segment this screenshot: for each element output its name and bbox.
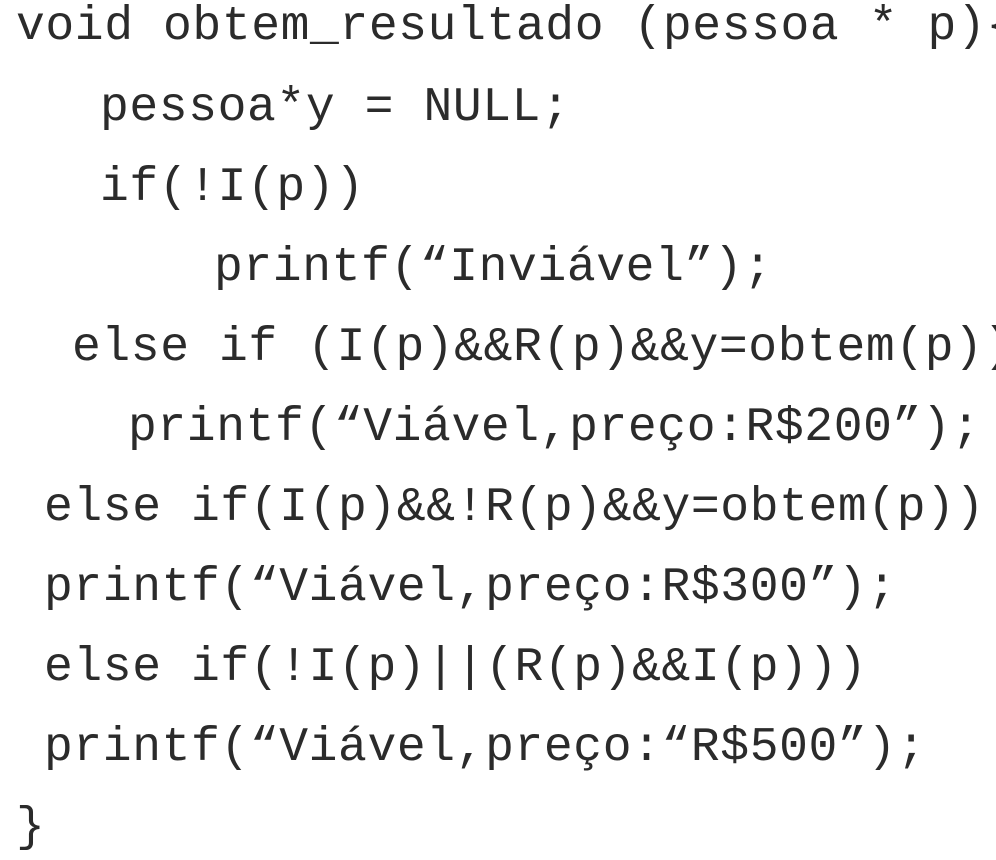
code-line-printf-200: printf(“Viável,preço:R$200”); [128,401,981,455]
code-line-closing-brace: } [16,801,46,855]
code-line-function-signature: void obtem_resultado (pessoa * p){ [16,0,996,54]
code-line-else-if-1: else if (I(p)&&R(p)&&y=obtem(p)) [72,321,996,375]
code-listing: void obtem_resultado (pessoa * p){ pesso… [0,0,996,860]
code-line-printf-500: printf(“Viável,preço:“R$500”); [44,721,927,775]
code-line-if-condition: if(!I(p)) [100,161,365,215]
code-line-else-if-2: else if(I(p)&&!R(p)&&y=obtem(p)) [44,481,985,535]
code-line-variable-declaration: pessoa*y = NULL; [100,81,571,135]
code-line-printf-inviavel: printf(“Inviável”); [214,241,773,295]
code-line-else-if-3: else if(!I(p)||(R(p)&&I(p))) [44,641,868,695]
code-line-printf-300: printf(“Viável,preço:R$300”); [44,561,897,615]
